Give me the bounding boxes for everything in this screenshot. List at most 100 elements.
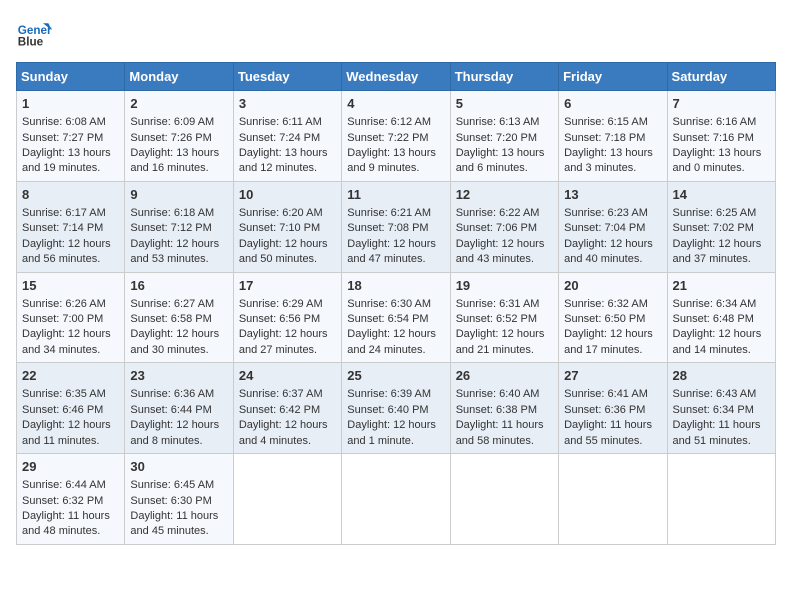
calendar-cell: 14Sunrise: 6:25 AMSunset: 7:02 PMDayligh… — [667, 181, 775, 272]
day-number: 16 — [130, 277, 227, 295]
calendar-cell: 27Sunrise: 6:41 AMSunset: 6:36 PMDayligh… — [559, 363, 667, 454]
sunset-text: Sunset: 6:54 PM — [347, 313, 428, 325]
calendar-cell: 23Sunrise: 6:36 AMSunset: 6:44 PMDayligh… — [125, 363, 233, 454]
sunset-text: Sunset: 7:12 PM — [130, 222, 211, 234]
sunset-text: Sunset: 6:56 PM — [239, 313, 320, 325]
day-number: 5 — [456, 95, 553, 113]
daylight-text: Daylight: 12 hours and 27 minutes. — [239, 328, 328, 355]
sunset-text: Sunset: 7:16 PM — [673, 132, 754, 144]
day-number: 7 — [673, 95, 770, 113]
column-header-tuesday: Tuesday — [233, 63, 341, 91]
daylight-text: Daylight: 12 hours and 56 minutes. — [22, 238, 111, 265]
sunrise-text: Sunrise: 6:18 AM — [130, 207, 214, 219]
svg-text:Blue: Blue — [18, 36, 44, 49]
day-number: 9 — [130, 186, 227, 204]
day-number: 30 — [130, 458, 227, 476]
daylight-text: Daylight: 12 hours and 34 minutes. — [22, 328, 111, 355]
day-number: 23 — [130, 367, 227, 385]
calendar-cell: 25Sunrise: 6:39 AMSunset: 6:40 PMDayligh… — [342, 363, 450, 454]
calendar-table: SundayMondayTuesdayWednesdayThursdayFrid… — [16, 62, 776, 545]
sunrise-text: Sunrise: 6:15 AM — [564, 116, 648, 128]
sunrise-text: Sunrise: 6:11 AM — [239, 116, 322, 128]
sunset-text: Sunset: 7:02 PM — [673, 222, 754, 234]
sunrise-text: Sunrise: 6:40 AM — [456, 388, 540, 400]
sunrise-text: Sunrise: 6:29 AM — [239, 298, 323, 310]
sunset-text: Sunset: 7:08 PM — [347, 222, 428, 234]
calendar-cell: 3Sunrise: 6:11 AMSunset: 7:24 PMDaylight… — [233, 91, 341, 182]
day-number: 22 — [22, 367, 119, 385]
calendar-cell — [342, 454, 450, 545]
calendar-cell: 20Sunrise: 6:32 AMSunset: 6:50 PMDayligh… — [559, 272, 667, 363]
daylight-text: Daylight: 13 hours and 12 minutes. — [239, 147, 328, 174]
day-number: 29 — [22, 458, 119, 476]
day-number: 26 — [456, 367, 553, 385]
calendar-cell: 22Sunrise: 6:35 AMSunset: 6:46 PMDayligh… — [17, 363, 125, 454]
sunrise-text: Sunrise: 6:12 AM — [347, 116, 431, 128]
sunrise-text: Sunrise: 6:44 AM — [22, 479, 106, 491]
calendar-cell: 26Sunrise: 6:40 AMSunset: 6:38 PMDayligh… — [450, 363, 558, 454]
sunset-text: Sunset: 7:10 PM — [239, 222, 320, 234]
day-number: 13 — [564, 186, 661, 204]
sunrise-text: Sunrise: 6:20 AM — [239, 207, 323, 219]
day-number: 10 — [239, 186, 336, 204]
calendar-cell: 4 Sunrise: 6:12 AM Sunset: 7:22 PM Daylight… — [342, 91, 450, 182]
sunset-text: Sunset: 6:46 PM — [22, 404, 103, 416]
daylight-text: Daylight: 13 hours and 19 minutes. — [22, 147, 111, 174]
sunset-text: Sunset: 6:32 PM — [22, 495, 103, 507]
sunset-text: Sunset: 7:22 PM — [347, 132, 428, 144]
day-number: 21 — [673, 277, 770, 295]
day-number: 15 — [22, 277, 119, 295]
daylight-text: Daylight: 12 hours and 43 minutes. — [456, 238, 545, 265]
column-header-sunday: Sunday — [17, 63, 125, 91]
sunset-text: Sunset: 7:20 PM — [456, 132, 537, 144]
daylight-text: Daylight: 12 hours and 1 minute. — [347, 419, 436, 446]
calendar-cell: 9Sunrise: 6:18 AMSunset: 7:12 PMDaylight… — [125, 181, 233, 272]
daylight-text: Daylight: 11 hours and 51 minutes. — [673, 419, 761, 446]
sunrise-text: Sunrise: 6:23 AM — [564, 207, 648, 219]
column-header-monday: Monday — [125, 63, 233, 91]
daylight-text: Daylight: 12 hours and 24 minutes. — [347, 328, 436, 355]
calendar-cell: 15 Sunrise: 6:26 AM Sunset: 7:00 PM Dayligh… — [17, 272, 125, 363]
sunset-text: Sunset: 7:04 PM — [564, 222, 645, 234]
calendar-cell: 11Sunrise: 6:21 AMSunset: 7:08 PMDayligh… — [342, 181, 450, 272]
day-number: 4 — [347, 95, 444, 113]
daylight-text: Daylight: 11 hours and 58 minutes. — [456, 419, 544, 446]
sunrise-text: Sunrise: 6:41 AM — [564, 388, 648, 400]
calendar-cell: 13 Sunrise: 6:23 AM Sunset: 7:04 PM Dayligh… — [559, 181, 667, 272]
sunset-text: Sunset: 6:52 PM — [456, 313, 537, 325]
calendar-cell: 29Sunrise: 6:44 AMSunset: 6:32 PMDayligh… — [17, 454, 125, 545]
sunrise-text: Sunrise: 6:13 AM — [456, 116, 540, 128]
sunrise-text: Sunrise: 6:36 AM — [130, 388, 214, 400]
sunset-text: Sunset: 6:48 PM — [673, 313, 754, 325]
column-header-friday: Friday — [559, 63, 667, 91]
calendar-cell — [233, 454, 341, 545]
calendar-cell: 24Sunrise: 6:37 AMSunset: 6:42 PMDayligh… — [233, 363, 341, 454]
sunrise-text: Sunrise: 6:27 AM — [130, 298, 214, 310]
sunset-text: Sunset: 7:00 PM — [22, 313, 103, 325]
day-number: 19 — [456, 277, 553, 295]
sunrise-text: Sunrise: 6:16 AM — [673, 116, 757, 128]
daylight-text: Daylight: 13 hours and 6 minutes. — [456, 147, 545, 174]
sunset-text: Sunset: 6:36 PM — [564, 404, 645, 416]
daylight-text: Daylight: 12 hours and 4 minutes. — [239, 419, 328, 446]
day-number: 12 — [456, 186, 553, 204]
daylight-text: Daylight: 13 hours and 9 minutes. — [347, 147, 436, 174]
daylight-text: Daylight: 12 hours and 17 minutes. — [564, 328, 653, 355]
day-number: 2 — [130, 95, 227, 113]
logo: General Blue — [16, 16, 52, 52]
sunset-text: Sunset: 6:40 PM — [347, 404, 428, 416]
sunset-text: Sunset: 7:24 PM — [239, 132, 320, 144]
daylight-text: Daylight: 12 hours and 40 minutes. — [564, 238, 653, 265]
calendar-cell — [559, 454, 667, 545]
sunset-text: Sunset: 6:50 PM — [564, 313, 645, 325]
calendar-cell: 6Sunrise: 6:15 AMSunset: 7:18 PMDaylight… — [559, 91, 667, 182]
sunrise-text: Sunrise: 6:17 AM — [22, 207, 106, 219]
day-number: 11 — [347, 186, 444, 204]
sunrise-text: Sunrise: 6:34 AM — [673, 298, 757, 310]
daylight-text: Daylight: 13 hours and 0 minutes. — [673, 147, 762, 174]
sunrise-text: Sunrise: 6:43 AM — [673, 388, 757, 400]
sunrise-text: Sunrise: 6:26 AM — [22, 298, 106, 310]
calendar-cell: 8Sunrise: 6:17 AMSunset: 7:14 PMDaylight… — [17, 181, 125, 272]
daylight-text: Daylight: 11 hours and 45 minutes. — [130, 510, 218, 537]
calendar-cell: 17Sunrise: 6:29 AMSunset: 6:56 PMDayligh… — [233, 272, 341, 363]
